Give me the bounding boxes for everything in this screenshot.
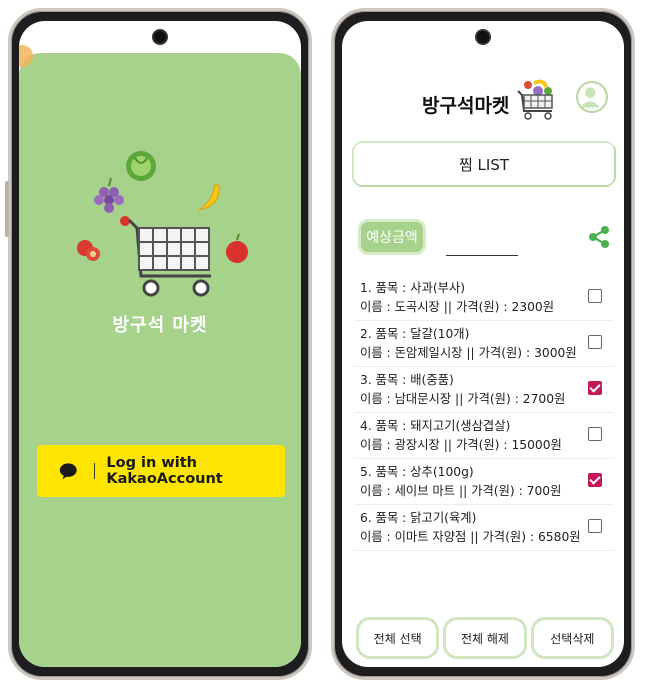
- delete-selected-button[interactable]: 선택삭제: [530, 617, 614, 659]
- user-avatar-icon: [580, 87, 600, 108]
- shopping-cart-logo: [77, 151, 248, 297]
- item-detail: 이름 : 돈암제일시장 || 가격(원) : 3000원: [360, 346, 577, 360]
- item-checkbox[interactable]: [588, 381, 602, 395]
- item-checkbox[interactable]: [588, 473, 602, 487]
- select-all-button[interactable]: 전체 선택: [356, 617, 440, 659]
- item-name: 6. 품목 : 닭고기(육계): [360, 511, 477, 525]
- item-detail: 이름 : 이마트 자양점 || 가격(원) : 6580원: [360, 530, 581, 544]
- brand-title: 방구석 마켓: [112, 315, 208, 336]
- phone-left: 방구석 마켓 Log in with KakaoAccount: [5, 8, 312, 680]
- item-name: 3. 품목 : 배(중품): [360, 373, 454, 387]
- login-screen: 방구석 마켓 Log in with KakaoAccount: [19, 21, 301, 667]
- bottom-action-bar: 전체 선택 전체 해제 선택삭제: [356, 617, 614, 659]
- list-item: 6. 품목 : 닭고기(육계) 이름 : 이마트 자양점 || 가격(원) : …: [354, 505, 614, 551]
- share-icon[interactable]: [588, 225, 610, 249]
- cabbage-icon: [126, 151, 156, 181]
- item-checkbox[interactable]: [588, 335, 602, 349]
- list-item: 2. 품목 : 달걀(10개) 이름 : 돈암제일시장 || 가격(원) : 3…: [354, 321, 614, 367]
- app-title: 방구석마켓: [422, 95, 510, 117]
- item-checkbox[interactable]: [588, 427, 602, 441]
- tab-wishlist[interactable]: 찜 LIST: [354, 143, 614, 185]
- deselect-all-button[interactable]: 전체 해제: [443, 617, 527, 659]
- estimate-button[interactable]: 예상금액: [358, 219, 426, 255]
- item-detail: 이름 : 남대문시장 || 가격(원) : 2700원: [360, 392, 566, 406]
- side-button: [5, 181, 9, 237]
- item-checkbox[interactable]: [588, 519, 602, 533]
- cart-logo-icon: [517, 79, 553, 120]
- estimate-value-line: [446, 255, 518, 256]
- grapes-icon: [94, 177, 124, 213]
- item-detail: 이름 : 광장시장 || 가격(원) : 15000원: [360, 438, 562, 452]
- front-camera: [154, 31, 166, 43]
- kakao-login-label: Log in with KakaoAccount: [106, 455, 223, 487]
- item-name: 2. 품목 : 달걀(10개): [360, 327, 470, 341]
- front-camera: [477, 31, 489, 43]
- list-item: 4. 품목 : 돼지고기(생삼겹살) 이름 : 광장시장 || 가격(원) : …: [354, 413, 614, 459]
- apple-icon-left: [77, 240, 100, 261]
- kakao-login-button[interactable]: Log in with KakaoAccount: [37, 445, 285, 497]
- item-detail: 이름 : 도곡시장 || 가격(원) : 2300원: [360, 300, 555, 314]
- item-checkbox[interactable]: [588, 289, 602, 303]
- banana-icon: [198, 183, 220, 211]
- list-item: 3. 품목 : 배(중품) 이름 : 남대문시장 || 가격(원) : 2700…: [354, 367, 614, 413]
- kakao-divider: [93, 463, 95, 479]
- item-detail: 이름 : 세이브 마트 || 가격(원) : 700원: [360, 484, 562, 498]
- apple-icon-right: [226, 233, 248, 263]
- list-item: 1. 품목 : 사과(부사) 이름 : 도곡시장 || 가격(원) : 2300…: [354, 275, 614, 321]
- item-name: 5. 품목 : 상추(100g): [360, 465, 474, 479]
- item-name: 4. 품목 : 돼지고기(생삼겹살): [360, 419, 511, 433]
- speech-bubble-icon: [59, 463, 77, 480]
- wishlist: 1. 품목 : 사과(부사) 이름 : 도곡시장 || 가격(원) : 2300…: [354, 275, 614, 551]
- list-item: 5. 품목 : 상추(100g) 이름 : 세이브 마트 || 가격(원) : …: [354, 459, 614, 505]
- wishlist-screen: 방구석마켓 찜 LIST 예상금액 1. 품목: 사과(부사) 이름: 도곡…: [342, 21, 624, 667]
- app-header: 방구석마켓: [342, 71, 624, 131]
- item-name: 1. 품목 : 사과(부사): [360, 281, 466, 295]
- cart-icon: [127, 218, 211, 297]
- login-background: 방구석 마켓 Log in with KakaoAccount: [19, 45, 301, 667]
- profile-button[interactable]: [576, 81, 608, 113]
- phone-right: 방구석마켓 찜 LIST 예상금액 1. 품목: 사과(부사) 이름: 도곡…: [331, 8, 635, 680]
- orange-icon: [19, 45, 33, 67]
